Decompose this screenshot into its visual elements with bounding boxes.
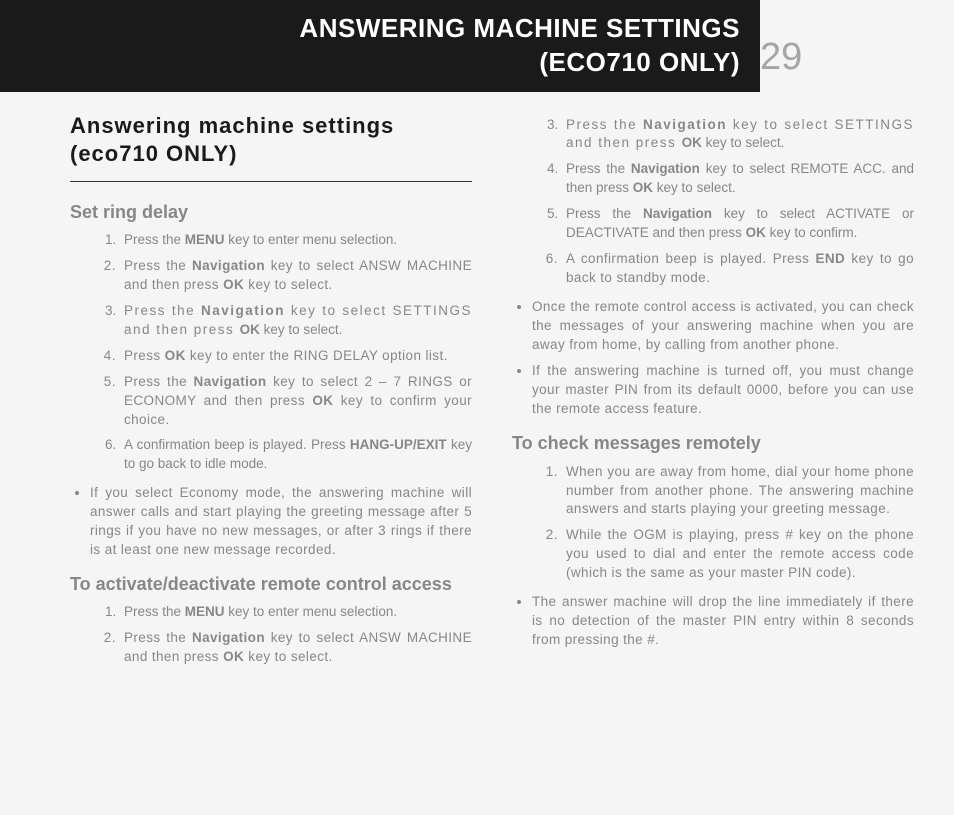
- header-line-1: ANSWERING MACHINE SETTINGS: [299, 13, 740, 43]
- set-ring-delay-notes: If you select Economy mode, the answerin…: [70, 484, 472, 560]
- page-header: ANSWERING MACHINE SETTINGS (ECO710 ONLY): [0, 0, 760, 92]
- left-column: Answering machine settings (eco710 ONLY)…: [70, 112, 472, 677]
- section-remote-access-title: To activate/deactivate remote control ac…: [70, 574, 472, 596]
- step: Press the Navigation key to select REMOT…: [562, 160, 914, 198]
- note: The answer machine will drop the line im…: [532, 593, 914, 650]
- check-remotely-steps: When you are away from home, dial your h…: [512, 463, 914, 583]
- step: Press the MENU key to enter menu selecti…: [120, 603, 472, 622]
- remote-access-steps-left: Press the MENU key to enter menu selecti…: [70, 603, 472, 667]
- step: Press OK key to enter the RING DELAY opt…: [120, 347, 472, 366]
- page-number: 29: [760, 36, 802, 79]
- right-column: Press the Navigation key to select SETTI…: [512, 112, 914, 677]
- step: Press the Navigation key to select 2 – 7…: [120, 373, 472, 430]
- step: When you are away from home, dial your h…: [562, 463, 914, 520]
- step: Press the Navigation key to select ACTIV…: [562, 205, 914, 243]
- step: While the OGM is playing, press # key on…: [562, 526, 914, 583]
- check-remotely-notes: The answer machine will drop the line im…: [512, 593, 914, 650]
- step: Press the MENU key to enter menu selecti…: [120, 231, 472, 250]
- step: A confirmation beep is played. Press HAN…: [120, 436, 472, 474]
- step: Press the Navigation key to select ANSW …: [120, 629, 472, 667]
- content: Answering machine settings (eco710 ONLY)…: [0, 112, 954, 677]
- set-ring-delay-steps: Press the MENU key to enter menu selecti…: [70, 231, 472, 474]
- step: Press the Navigation key to select SETTI…: [562, 116, 914, 154]
- section-check-remotely-title: To check messages remotely: [512, 433, 914, 455]
- note: If you select Economy mode, the answerin…: [90, 484, 472, 560]
- header-line-2: (ECO710 ONLY): [539, 47, 740, 77]
- remote-access-steps-right: Press the Navigation key to select SETTI…: [512, 116, 914, 288]
- step: A confirmation beep is played. Press END…: [562, 250, 914, 288]
- step: Press the Navigation key to select SETTI…: [120, 302, 472, 340]
- section-set-ring-delay-title: Set ring delay: [70, 202, 472, 224]
- main-title: Answering machine settings (eco710 ONLY): [70, 112, 472, 182]
- note: Once the remote control access is activa…: [532, 298, 914, 355]
- note: If the answering machine is turned off, …: [532, 362, 914, 419]
- remote-access-notes: Once the remote control access is activa…: [512, 298, 914, 419]
- step: Press the Navigation key to select ANSW …: [120, 257, 472, 295]
